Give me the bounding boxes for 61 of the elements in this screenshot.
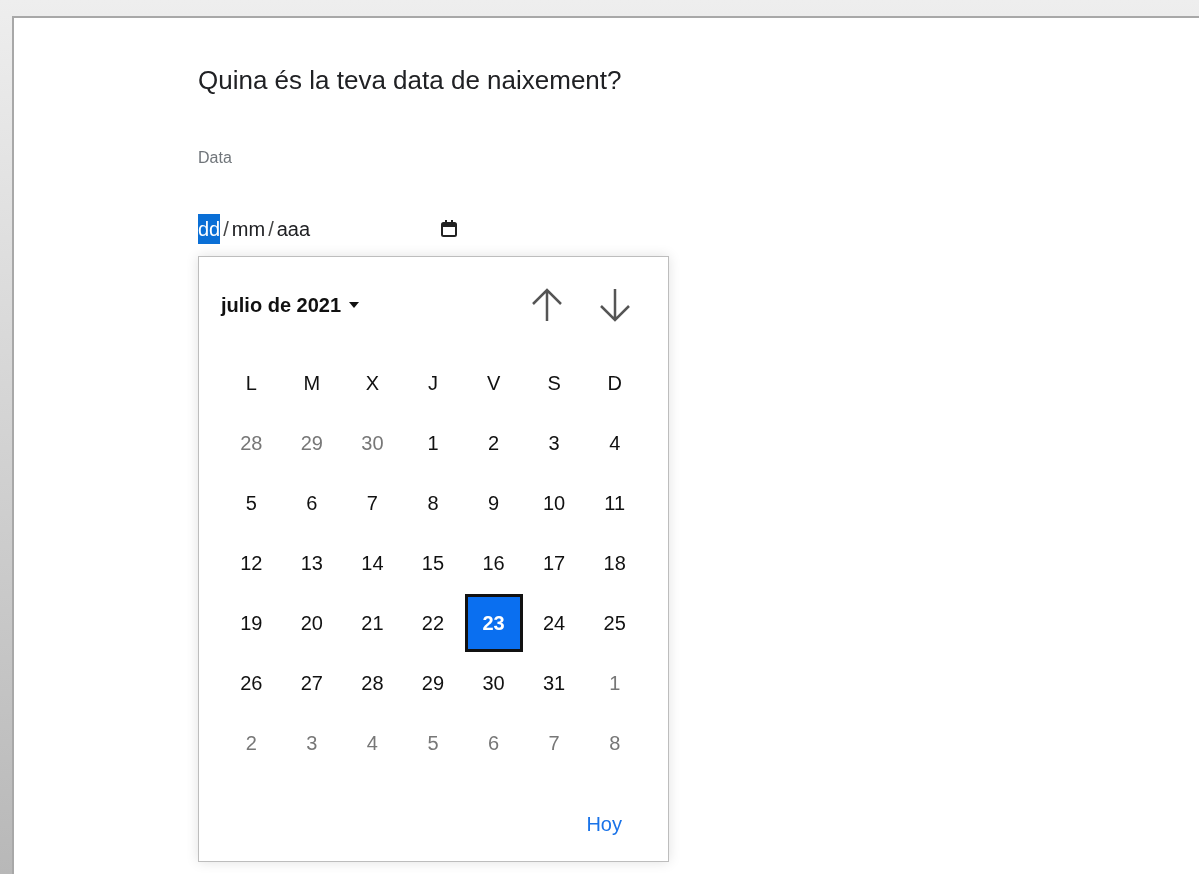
calendar-day[interactable]: 5 (222, 474, 281, 532)
calendar-day[interactable]: 1 (404, 414, 462, 472)
today-link[interactable]: Hoy (586, 809, 622, 839)
month-year-dropdown[interactable]: julio de 2021 (221, 290, 360, 320)
calendar-day[interactable]: 12 (222, 534, 281, 592)
calendar-day[interactable]: 2 (222, 714, 281, 772)
calendar-day[interactable]: 29 (282, 414, 341, 472)
calendar-day[interactable]: 27 (282, 654, 341, 712)
calendar-day[interactable]: 30 (343, 414, 402, 472)
date-input-field[interactable]: dd/mm/aaa (198, 214, 384, 244)
calendar-day[interactable]: 8 (404, 474, 462, 532)
caret-icon (349, 302, 360, 308)
calendar-day[interactable]: 23 (464, 594, 523, 652)
calendar-day[interactable]: 16 (464, 534, 523, 592)
calendar-day[interactable]: 5 (404, 714, 462, 772)
weekday-label: V (486, 371, 501, 396)
calendar-day[interactable]: 24 (525, 594, 584, 652)
calendar-day[interactable]: 13 (282, 534, 341, 592)
calendar-day[interactable]: 10 (525, 474, 584, 532)
calendar-day[interactable]: 7 (525, 714, 584, 772)
field-label: Data (198, 148, 232, 168)
calendar-day[interactable]: 11 (585, 474, 644, 532)
calendar-day[interactable]: 18 (585, 534, 644, 592)
calendar-icon[interactable] (440, 219, 458, 239)
calendar-day[interactable]: 19 (222, 594, 281, 652)
calendar-day[interactable]: 30 (464, 654, 523, 712)
calendar-day[interactable]: 7 (343, 474, 402, 532)
weekday-label: J (428, 371, 438, 396)
weekday-label: L (245, 371, 257, 396)
calendar-day[interactable]: 8 (585, 714, 644, 772)
date-segment[interactable]: aaa (276, 214, 311, 244)
weekday-label: M (303, 371, 321, 396)
calendar-day[interactable]: 31 (525, 654, 584, 712)
calendar-day[interactable]: 21 (343, 594, 402, 652)
calendar-day[interactable]: 26 (222, 654, 281, 712)
calendar-day[interactable]: 20 (282, 594, 341, 652)
calendar-day[interactable]: 28 (343, 654, 402, 712)
calendar-day[interactable]: 17 (525, 534, 584, 592)
calendar-day[interactable]: 29 (404, 654, 462, 712)
weekday-label: S (547, 371, 561, 396)
weekday-label: X (365, 371, 380, 396)
calendar-day[interactable]: 6 (282, 474, 341, 532)
calendar-day[interactable]: 3 (525, 414, 584, 472)
calendar-day[interactable]: 25 (585, 594, 644, 652)
calendar-day[interactable]: 3 (282, 714, 341, 772)
calendar-day[interactable]: 15 (404, 534, 462, 592)
date-segment[interactable]: dd (198, 214, 221, 244)
date-segment[interactable]: mm (231, 214, 266, 244)
date-separator: / (222, 217, 230, 242)
weekday-label: D (607, 371, 622, 396)
calendar-day[interactable]: 9 (464, 474, 523, 532)
calendar-day[interactable]: 22 (404, 594, 462, 652)
calendar-day[interactable]: 14 (343, 534, 402, 592)
question-text: Quina és la teva data de naixement? (198, 64, 622, 97)
calendar-day[interactable]: 6 (464, 714, 523, 772)
calendar-day[interactable]: 28 (222, 414, 281, 472)
calendar-day[interactable]: 4 (343, 714, 402, 772)
calendar-day[interactable]: 2 (464, 414, 523, 472)
calendar-day[interactable]: 4 (585, 414, 644, 472)
calendar-day[interactable]: 1 (585, 654, 644, 712)
date-separator: / (267, 217, 275, 242)
